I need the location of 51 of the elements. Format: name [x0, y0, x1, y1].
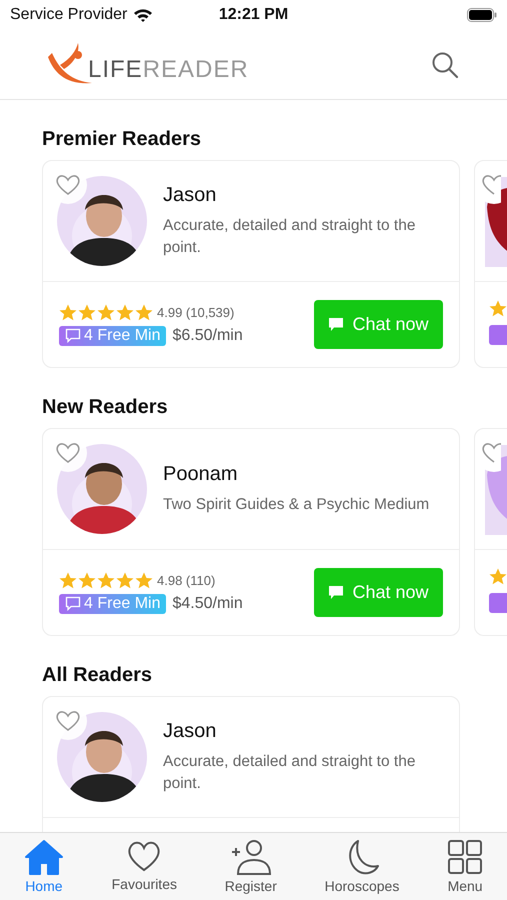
reader-name: Jason [163, 720, 218, 742]
home-icon [24, 839, 64, 875]
tab-item[interactable]: Menu [447, 839, 484, 900]
tab-item[interactable]: Favourites [112, 839, 177, 900]
wifi-icon [133, 8, 154, 22]
section-title: New Readers [42, 396, 169, 419]
star-icon [135, 572, 153, 588]
reader-name: Jason [163, 184, 218, 206]
rating-text: 4.99 (10,539) [157, 304, 234, 320]
rating-text: 4.98 (110) [157, 572, 216, 588]
reader-name: Poonam [163, 462, 238, 486]
free-minutes-badge: 4 Free Min [59, 326, 166, 346]
carrier-name: Service Provider [10, 6, 128, 24]
chat-icon [65, 328, 81, 343]
reader-card[interactable]: Jason Accurate, detailed and straight to the point. 4.99 (10,539) 4 Free Min $6.50/min Chat now [42, 160, 460, 368]
section-title: All Readers [42, 664, 154, 687]
section-title: Premier Readers [42, 128, 202, 151]
free-minutes-badge [489, 593, 507, 613]
reader-description: Two Spirit Guides & a Psychic Medium [163, 494, 430, 514]
chat-icon [65, 596, 81, 611]
tab-item[interactable]: Home [24, 839, 64, 900]
free-minutes-badge [489, 325, 507, 345]
clock-time: 12:21 PM [218, 6, 288, 24]
tab-item[interactable]: Register [224, 839, 277, 900]
star-icon [78, 572, 96, 588]
star-icon [78, 304, 96, 320]
battery-icon [467, 8, 497, 22]
star-icon [97, 572, 115, 588]
star-icon [116, 572, 134, 588]
heart-icon [126, 839, 162, 873]
logo-text: LIFEREADER [88, 56, 249, 84]
add-user-icon [230, 839, 272, 875]
star-icon [97, 304, 115, 320]
reader-card[interactable]: Poonam Two Spirit Guides & a Psychic Medium 4.98 (110) 4 Free Min $4.50/min Chat now [42, 428, 460, 636]
star-icon [59, 572, 77, 588]
star-icon [116, 304, 134, 320]
reader-description: Accurate, detailed and straight to the point. [163, 752, 416, 794]
star-icon [489, 568, 507, 585]
star-icon [59, 304, 77, 320]
star-icon [135, 304, 153, 320]
reader-description: Accurate, detailed and straight to the point. [163, 216, 416, 258]
star-icon [489, 300, 507, 317]
search-icon[interactable] [431, 50, 459, 78]
tab-item[interactable]: Horoscopes [324, 839, 400, 900]
chat-icon [328, 585, 344, 600]
free-minutes-badge: 4 Free Min [59, 594, 166, 614]
price-text: $6.50/min [172, 326, 243, 344]
reader-card[interactable]: Jason Accurate, detailed and straight to the point. [42, 696, 460, 832]
chat-icon [328, 317, 344, 332]
grid-icon [447, 839, 484, 875]
price-text: $4.50/min [172, 594, 243, 612]
